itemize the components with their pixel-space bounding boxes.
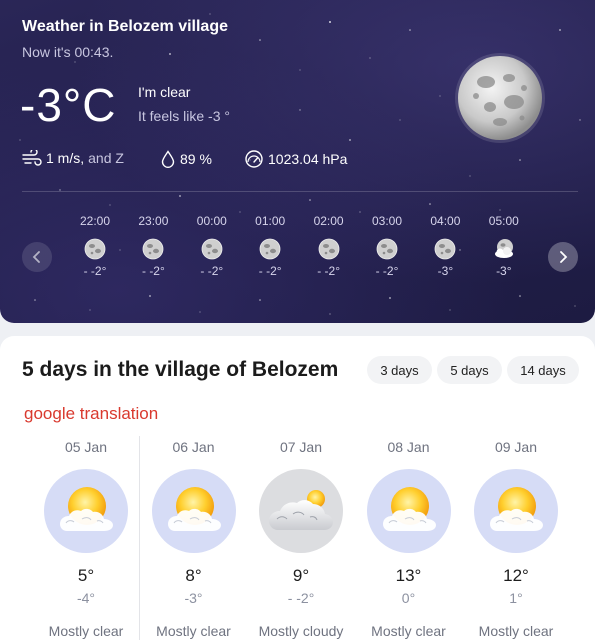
day-max-temperature: 13° xyxy=(395,566,422,585)
forecast-title: 5 days in the village of Belozem xyxy=(22,358,339,381)
hourly-forecast: 22:00 - -2° 23:00 - -2° 00:00 - -2° 01:00 - -2°… xyxy=(66,214,536,294)
day-icon-circle xyxy=(259,469,343,553)
daily-forecast: 05 Jan 5° -4° Mostly clear 06 Jan 8° -3° Mostly… xyxy=(32,436,572,640)
hour-item: 00:00 - -2° xyxy=(183,214,241,278)
day-date: 05 Jan xyxy=(64,439,108,455)
day-date: 09 Jan xyxy=(494,439,538,455)
wind-speed: 1 m/s, xyxy=(46,150,85,166)
day-date: 08 Jan xyxy=(387,439,430,455)
hour-temperature: - -2° xyxy=(83,264,107,278)
day-item[interactable]: 08 Jan 13° 0° Mostly clear xyxy=(355,436,463,640)
hour-item: 04:00 -3° xyxy=(416,214,474,278)
hour-time: 22:00 xyxy=(79,214,111,228)
day-item[interactable]: 05 Jan 5° -4° Mostly clear xyxy=(32,436,140,640)
current-temperature: -3°C xyxy=(20,79,117,131)
day-description: Mostly cloudy xyxy=(258,623,344,639)
hour-time: 04:00 xyxy=(430,214,461,228)
day-max-temperature: 12° xyxy=(503,566,529,585)
day-min-temperature: - -2° xyxy=(287,590,315,606)
day-max-temperature: 9° xyxy=(292,566,310,585)
hour-time: 01:00 xyxy=(255,214,286,228)
chevron-left-icon xyxy=(32,251,40,263)
moon-icon xyxy=(201,238,223,260)
day-item[interactable]: 09 Jan 12° 1° Mostly clear xyxy=(462,436,570,640)
day-date: 06 Jan xyxy=(172,439,215,455)
moon-icon xyxy=(376,238,398,260)
pressure-icon xyxy=(245,150,263,168)
range-14-days-button[interactable]: 14 days xyxy=(507,356,579,384)
day-max-temperature: 5° xyxy=(77,566,95,585)
day-item[interactable]: 07 Jan 9° - -2° Mostly cloudy xyxy=(247,436,355,640)
day-description: Mostly clear xyxy=(48,623,124,639)
current-weather-panel: Weather in Belozem village Now it's 00:4… xyxy=(0,0,595,323)
range-5-days-button[interactable]: 5 days xyxy=(437,356,502,384)
wind-direction: and Z xyxy=(88,150,124,166)
moon-icon xyxy=(259,238,281,260)
hour-item: 01:00 - -2° xyxy=(241,214,299,278)
hour-temperature: - -2° xyxy=(375,264,399,278)
hour-temperature: - -2° xyxy=(258,264,282,278)
hour-time: 05:00 xyxy=(488,214,519,228)
day-description: Mostly clear xyxy=(371,623,446,639)
hero-divider xyxy=(22,191,578,192)
day-min-temperature: -3° xyxy=(184,590,203,606)
day-min-temperature: 1° xyxy=(509,590,523,606)
hour-temperature: -3° xyxy=(496,264,512,278)
day-description: Mostly clear xyxy=(156,623,231,639)
chevron-right-icon xyxy=(560,251,568,263)
hour-time: 02:00 xyxy=(313,214,344,228)
hourly-prev-button[interactable] xyxy=(22,242,52,272)
moon-icon xyxy=(434,238,456,260)
hour-item: 03:00 - -2° xyxy=(358,214,416,278)
hour-item: 23:00 - -2° xyxy=(124,214,182,278)
day-icon-circle xyxy=(366,469,451,553)
humidity-metric: 89 % xyxy=(160,150,212,168)
day-description: Mostly clear xyxy=(478,623,554,639)
day-date: 07 Jan xyxy=(279,439,323,455)
google-translation-link[interactable]: google translation xyxy=(24,404,158,424)
hour-time: 03:00 xyxy=(371,214,403,228)
sun-cloud-icon xyxy=(490,487,543,531)
moon-icon xyxy=(318,238,339,260)
day-separator xyxy=(139,436,140,640)
sun-cloud-icon xyxy=(60,487,113,531)
moon-icon xyxy=(455,53,545,143)
day-max-temperature: 8° xyxy=(185,566,202,585)
wind-icon xyxy=(22,150,42,166)
current-condition: I'm clear xyxy=(138,84,191,100)
hour-temperature: - -2° xyxy=(317,264,340,278)
sun-cloud-icon xyxy=(382,487,436,531)
hour-item: 22:00 - -2° xyxy=(66,214,124,278)
day-icon-circle xyxy=(474,469,558,553)
hour-item: 02:00 - -2° xyxy=(300,214,358,278)
pressure-value: 1023.04 hPa xyxy=(268,151,348,167)
day-item[interactable]: 06 Jan 8° -3° Mostly clear xyxy=(140,436,248,640)
day-icon-circle xyxy=(44,469,128,553)
moon-icon xyxy=(142,238,164,260)
day-min-temperature: -4° xyxy=(76,590,96,606)
hour-time: 23:00 xyxy=(138,214,169,228)
wind-metric: 1 m/s, and Z xyxy=(22,150,124,166)
hourly-next-button[interactable] xyxy=(548,242,578,272)
day-icon-circle xyxy=(151,469,236,553)
current-time: Now it's 00:43. xyxy=(22,44,114,60)
humidity-value: 89 % xyxy=(180,151,212,167)
day-min-temperature: 0° xyxy=(401,590,416,606)
forecast-card: 5 days in the village of Belozem 3 days … xyxy=(0,336,595,640)
location-title: Weather in Belozem village xyxy=(22,18,228,35)
hour-temperature: - -2° xyxy=(141,264,165,278)
hour-temperature: - -2° xyxy=(200,264,224,278)
pressure-metric: 1023.04 hPa xyxy=(244,150,347,168)
hour-temperature: -3° xyxy=(437,264,454,278)
feels-like: It feels like -3 ° xyxy=(138,108,230,124)
range-3-days-button[interactable]: 3 days xyxy=(367,356,432,384)
cloud-sun-icon xyxy=(269,490,333,530)
hour-time: 00:00 xyxy=(196,214,227,228)
sun-cloud-icon xyxy=(167,487,221,531)
moon-cloud-icon xyxy=(494,239,513,258)
humidity-icon xyxy=(161,150,175,168)
moon-icon xyxy=(84,238,106,260)
hour-item: 05:00 -3° xyxy=(475,214,533,278)
